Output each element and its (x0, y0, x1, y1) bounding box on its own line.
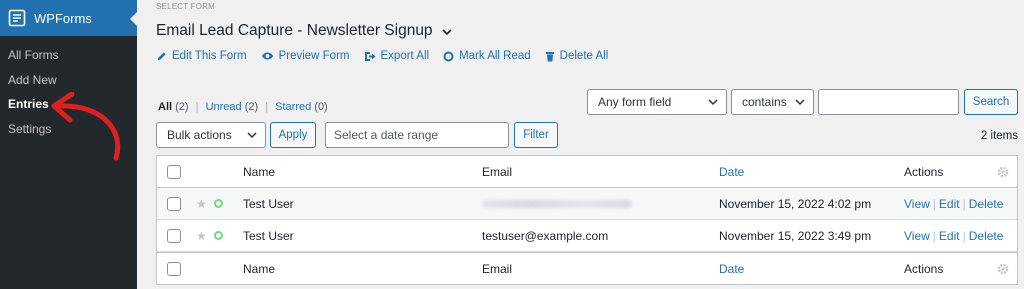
delete-entry-link[interactable]: Delete (969, 197, 1004, 211)
filter-button[interactable]: Filter (514, 122, 558, 148)
row-checkbox[interactable] (167, 228, 181, 243)
view-all-count: (2) (175, 101, 189, 113)
delete-entry-link[interactable]: Delete (969, 229, 1004, 243)
gear-icon[interactable] (997, 166, 1009, 178)
unread-indicator-icon[interactable] (214, 231, 223, 240)
preview-form-label: Preview Form (278, 50, 350, 62)
mark-all-read-link[interactable]: Mark All Read (443, 50, 531, 62)
delete-all-label: Delete All (559, 50, 609, 62)
view-unread-count: (2) (244, 101, 259, 113)
sidebar-item-all-forms[interactable]: All Forms (0, 43, 137, 68)
star-icon[interactable]: ★ (196, 197, 207, 211)
views-separator: | (265, 101, 269, 113)
column-header-name: Name (243, 164, 276, 179)
gear-icon[interactable] (997, 263, 1009, 275)
eye-icon (261, 52, 273, 60)
trash-icon (545, 51, 554, 61)
column-footer-date[interactable]: Date (719, 262, 744, 276)
operator-select-value: contains (742, 95, 787, 109)
table-footer-row: Name Email Date Actions (157, 252, 1017, 284)
form-field-select-value: Any form field (598, 95, 672, 109)
annotation-arrow-icon (51, 92, 121, 161)
wpforms-icon (8, 9, 26, 27)
entries-table: Name Email Date Actions ★ Test User Nove… (156, 155, 1018, 285)
view-entry-link[interactable]: View (904, 197, 930, 211)
chevron-down-icon (247, 132, 257, 139)
preview-form-link[interactable]: Preview Form (261, 50, 350, 62)
bulk-actions-select[interactable]: Bulk actions (156, 122, 266, 148)
form-actions: Edit This Form Preview Form Export All M… (156, 50, 608, 62)
export-all-link[interactable]: Export All (364, 50, 430, 62)
row-actions: View | Edit | Delete (904, 229, 1003, 243)
row-checkbox[interactable] (167, 196, 181, 211)
items-count: 2 items (980, 130, 1018, 142)
sidebar-item-add-new[interactable]: Add New (0, 68, 137, 93)
entry-views: All (2) | Unread (2) | Starred (0) (158, 101, 328, 113)
edit-entry-link[interactable]: Edit (939, 229, 960, 243)
form-title: Email Lead Capture - Newsletter Signup (156, 22, 433, 39)
form-selector[interactable]: Email Lead Capture - Newsletter Signup (156, 22, 453, 40)
current-menu-pointer (130, 12, 137, 26)
table-row: ★ Test User testuser@example.com Novembe… (157, 220, 1017, 252)
export-all-label: Export All (380, 50, 430, 62)
star-icon[interactable]: ★ (196, 229, 207, 243)
admin-sidebar: WPForms All Forms Add New Entries Settin… (0, 0, 137, 289)
unread-indicator-icon[interactable] (214, 199, 223, 208)
entry-email: testuser@example.com (482, 228, 609, 243)
table-header-row: Name Email Date Actions (157, 156, 1017, 188)
bulk-actions-value: Bulk actions (167, 128, 232, 142)
entry-date: November 15, 2022 4:02 pm (719, 196, 872, 211)
search-input[interactable] (818, 89, 959, 115)
views-separator: | (195, 101, 199, 113)
select-all-checkbox[interactable] (167, 164, 181, 179)
action-separator: | (962, 196, 966, 211)
column-footer-name: Name (243, 261, 276, 276)
delete-all-link[interactable]: Delete All (545, 50, 609, 62)
date-range-input[interactable]: Select a date range (325, 122, 509, 148)
form-field-select[interactable]: Any form field (587, 89, 727, 115)
row-actions: View | Edit | Delete (904, 197, 1003, 211)
entry-name[interactable]: Test User (243, 197, 294, 211)
edit-form-link[interactable]: Edit This Form (156, 50, 247, 62)
view-entry-link[interactable]: View (904, 229, 930, 243)
operator-select[interactable]: contains (731, 89, 814, 115)
view-starred-link[interactable]: Starred (275, 101, 311, 113)
action-separator: | (932, 196, 936, 211)
entry-date: November 15, 2022 3:49 pm (719, 228, 872, 243)
sidebar-title: WPForms (34, 10, 92, 26)
edit-entry-link[interactable]: Edit (939, 197, 960, 211)
chevron-down-icon (708, 99, 718, 106)
circle-icon (443, 51, 454, 61)
column-header-date[interactable]: Date (719, 165, 744, 179)
column-footer-email: Email (482, 261, 513, 276)
view-unread-link[interactable]: Unread (206, 101, 242, 113)
view-all-link[interactable]: All (158, 101, 172, 113)
apply-button[interactable]: Apply (270, 122, 316, 148)
entry-name[interactable]: Test User (243, 229, 294, 243)
column-footer-actions: Actions (904, 261, 944, 276)
column-header-actions: Actions (904, 164, 944, 179)
table-row: ★ Test User November 15, 2022 4:02 pm Vi… (157, 188, 1017, 220)
chevron-down-icon (441, 25, 453, 37)
pencil-icon (157, 51, 166, 60)
chevron-down-icon (795, 99, 805, 106)
select-all-checkbox[interactable] (167, 261, 181, 276)
main-content: SELECT FORM Email Lead Capture - Newslet… (137, 0, 1024, 289)
entry-email-redacted (482, 197, 632, 211)
search-button[interactable]: Search (964, 89, 1018, 115)
column-header-email: Email (482, 164, 513, 179)
view-starred-count: (0) (314, 101, 328, 113)
edit-form-label: Edit This Form (172, 50, 247, 62)
sidebar-wpforms-header[interactable]: WPForms (0, 0, 137, 36)
action-separator: | (932, 228, 936, 243)
action-separator: | (962, 228, 966, 243)
select-form-label: SELECT FORM (156, 2, 215, 11)
export-icon (364, 51, 375, 61)
mark-all-read-label: Mark All Read (459, 50, 531, 62)
